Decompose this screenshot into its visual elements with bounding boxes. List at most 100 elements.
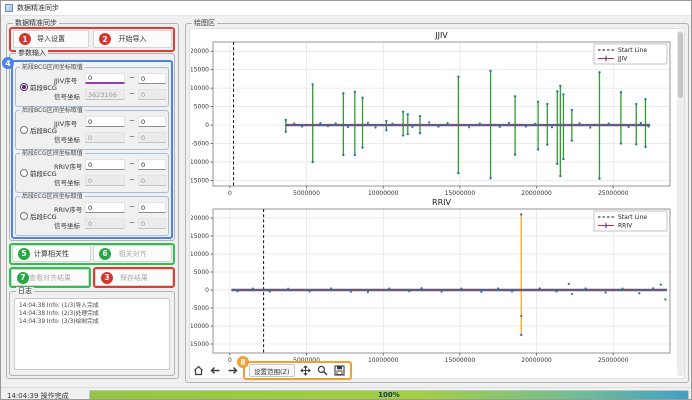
import-settings-button[interactable]: 1 导入设置 [13, 30, 89, 48]
som-badge-3: 3 [101, 272, 113, 284]
app-window: 数据精准同步 数据精准同步 1 导入设置 2 开始导入 参数输入 4 前段BCG… [0, 0, 692, 400]
range-tilde: ~ [129, 176, 135, 184]
som-badge-6: 6 [99, 248, 111, 260]
param-section-title: 后段ECG区间坐标取值 [20, 193, 85, 200]
back-bcg-jjiv-from-input[interactable] [85, 116, 125, 127]
params-title: 参数输入 [16, 49, 48, 58]
range-tilde: ~ [129, 90, 135, 98]
svg-text:10000000: 10000000 [368, 190, 399, 197]
svg-text:10000: 10000 [191, 251, 209, 258]
log-title: 日志 [16, 287, 34, 296]
back-ecg-signal-to-input[interactable] [138, 218, 166, 229]
set-range-button[interactable]: 设置范围(Z) [249, 364, 295, 377]
save-result-label: 保存结果 [120, 273, 148, 283]
progress-bar: 100% [89, 390, 689, 400]
correlation-align-button[interactable]: 6 相关对齐 [93, 245, 172, 262]
svg-text:-10000: -10000 [191, 323, 209, 330]
log-output[interactable]: 14:04:38 Info: (1/3)导入完成 14:04:38 Info: … [14, 298, 170, 370]
svg-text:10000: 10000 [191, 85, 209, 92]
plot-toolbar: 8 设置范围(Z) [192, 361, 352, 380]
range-tilde: ~ [129, 219, 135, 227]
front-ecg-rriv-from-input[interactable] [85, 159, 125, 170]
signal-coord-label: 信号坐标 [54, 177, 84, 187]
progress-label: 100% [378, 391, 400, 399]
svg-text:JJIV: JJIV [434, 31, 448, 40]
back-bcg-signal-from-input[interactable] [85, 132, 125, 143]
svg-text:20000: 20000 [191, 215, 209, 222]
back-bcg-signal-to-input[interactable] [138, 132, 166, 143]
plot-scrollbar[interactable] [677, 30, 684, 376]
signal-coord-label: 信号坐标 [54, 134, 84, 144]
zoom-icon[interactable] [317, 365, 329, 377]
param-section-front-bcg: 前段BCG区间坐标取值 前段BCG JJIV序号 ~ 信号坐标 ~ [15, 67, 169, 107]
range-tilde: ~ [129, 117, 135, 125]
radio-front-ecg[interactable] [20, 169, 28, 177]
radio-back-bcg[interactable] [20, 126, 28, 134]
svg-text:RRIV: RRIV [618, 223, 633, 230]
radio-back-ecg[interactable] [20, 212, 28, 220]
forward-icon[interactable] [226, 365, 238, 377]
plot-panel-title: 绘图区 [192, 19, 217, 28]
radio-front-bcg[interactable] [20, 83, 28, 91]
save-figure-icon[interactable] [334, 365, 346, 377]
som-badge-1: 1 [19, 33, 31, 45]
param-section-back-ecg: 后段ECG区间坐标取值 后段ECG RRIV序号 ~ 信号坐标 ~ [15, 196, 169, 236]
back-bcg-jjiv-to-input[interactable] [138, 116, 166, 127]
compute-correlation-button[interactable]: 5 计算相关性 [12, 245, 91, 262]
pan-icon[interactable] [300, 365, 312, 377]
back-ecg-signal-from-input[interactable] [85, 218, 125, 229]
title-bar: 数据精准同步 [1, 1, 691, 16]
radio-front-bcg-label: 前段BCG [30, 82, 57, 92]
back-ecg-rriv-to-input[interactable] [138, 202, 166, 213]
save-result-button[interactable]: 3 保存结果 [95, 269, 173, 286]
svg-text:Start Line: Start Line [618, 214, 647, 221]
back-icon[interactable] [209, 365, 221, 377]
svg-text:15000000: 15000000 [445, 357, 476, 364]
svg-text:-10000: -10000 [191, 159, 209, 166]
param-section-title: 后段BCG区间坐标取值 [20, 107, 85, 114]
plot-scrollbar-thumb[interactable] [678, 32, 683, 98]
svg-text:0: 0 [228, 190, 232, 197]
front-bcg-signal-from-input[interactable] [85, 89, 125, 100]
rriv-index-label: RRIV序号 [54, 161, 84, 171]
range-tilde: ~ [129, 133, 135, 141]
radio-back-bcg-label: 后段BCG [30, 125, 57, 135]
svg-text:25000000: 25000000 [598, 357, 629, 364]
front-ecg-signal-from-input[interactable] [85, 175, 125, 186]
front-bcg-jjiv-to-input[interactable] [138, 73, 166, 84]
svg-text:Start Line: Start Line [618, 47, 647, 54]
param-section-back-bcg: 后段BCG区间坐标取值 后段BCG JJIV序号 ~ 信号坐标 ~ [15, 110, 169, 150]
front-ecg-rriv-to-input[interactable] [138, 159, 166, 170]
compute-correlation-label: 计算相关性 [34, 249, 69, 259]
range-tilde: ~ [129, 74, 135, 82]
front-bcg-jjiv-from-input[interactable] [85, 73, 125, 84]
svg-text:5000: 5000 [194, 104, 209, 111]
svg-text:-5000: -5000 [192, 141, 210, 148]
som-badge-7: 7 [17, 272, 29, 284]
radio-back-ecg-label: 后段ECG [30, 211, 57, 221]
som-badge-5: 5 [18, 248, 30, 260]
signal-coord-label: 信号坐标 [54, 91, 84, 101]
svg-text:5000: 5000 [194, 269, 209, 276]
som-badge-8: 8 [237, 356, 249, 368]
start-import-button[interactable]: 2 开始导入 [93, 30, 172, 48]
svg-text:25000000: 25000000 [598, 190, 629, 197]
jjiv-index-label: JJIV序号 [54, 75, 84, 85]
front-ecg-signal-to-input[interactable] [138, 175, 166, 186]
status-text: 14:04:39 操作完成 [7, 391, 69, 400]
front-bcg-signal-to-input[interactable] [138, 89, 166, 100]
svg-text:-15000: -15000 [191, 341, 209, 348]
jjiv-plot[interactable]: 0500000010000000150000002000000025000000… [191, 30, 673, 200]
start-import-label: 开始导入 [119, 34, 147, 44]
rriv-plot[interactable]: 0500000010000000150000002000000025000000… [191, 197, 673, 367]
signal-coord-label: 信号坐标 [54, 220, 84, 230]
svg-text:20000000: 20000000 [521, 190, 552, 197]
svg-text:-5000: -5000 [192, 305, 210, 312]
view-align-result-label: 查看对齐结果 [29, 273, 71, 283]
back-ecg-rriv-from-input[interactable] [85, 202, 125, 213]
home-icon[interactable] [192, 365, 204, 377]
view-align-result-button[interactable]: 7 查看对齐结果 [11, 269, 89, 286]
svg-text:20000: 20000 [191, 48, 209, 55]
svg-text:20000000: 20000000 [521, 357, 552, 364]
left-panel-title: 数据精准同步 [13, 19, 59, 28]
